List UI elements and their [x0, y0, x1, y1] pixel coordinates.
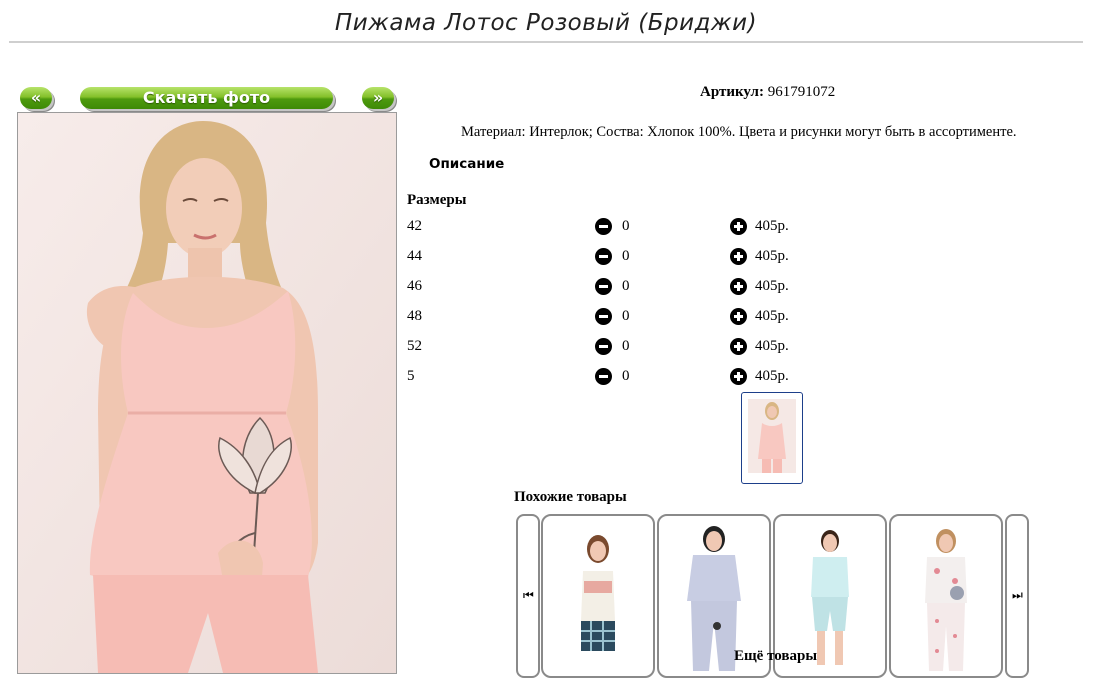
next-photo-button[interactable]: »	[362, 87, 394, 109]
size-row: 5 0 405р.	[407, 368, 827, 390]
plus-circle-icon[interactable]	[730, 278, 747, 295]
quantity-value: 0	[622, 308, 630, 324]
skip-back-icon: ⏮	[523, 588, 534, 602]
photo-thumbnail[interactable]	[741, 392, 803, 484]
sizes-heading: Размеры	[407, 192, 467, 208]
minus-circle-icon[interactable]	[595, 278, 612, 295]
carousel-next-button[interactable]: ⏭	[1005, 514, 1029, 678]
plus-circle-icon[interactable]	[730, 248, 747, 265]
price-value: 405р.	[755, 308, 789, 324]
description-link[interactable]: Описание	[429, 156, 504, 172]
price-value: 405р.	[755, 278, 789, 294]
size-row: 48 0 405р.	[407, 308, 827, 330]
minus-circle-icon[interactable]	[595, 248, 612, 265]
plus-circle-icon[interactable]	[730, 338, 747, 355]
size-row: 44 0 405р.	[407, 248, 827, 270]
size-label: 44	[407, 248, 422, 264]
quantity-value: 0	[622, 278, 630, 294]
price-value: 405р.	[755, 338, 789, 354]
download-photo-button[interactable]: Скачать фото	[80, 87, 333, 109]
carousel-prev-button[interactable]: ⏮	[516, 514, 540, 678]
similar-product-card[interactable]	[889, 514, 1003, 678]
thumbnail-image	[748, 399, 796, 473]
title-divider	[9, 41, 1083, 43]
size-label: 48	[407, 308, 422, 324]
plus-circle-icon[interactable]	[730, 368, 747, 385]
minus-circle-icon[interactable]	[595, 368, 612, 385]
quantity-value: 0	[622, 248, 630, 264]
article-label: Артикул:	[700, 84, 764, 100]
similar-products-heading: Похожие товары	[514, 489, 627, 505]
prev-photo-button[interactable]: «	[20, 87, 52, 109]
product-image	[549, 521, 647, 671]
similar-product-card[interactable]	[541, 514, 655, 678]
plus-circle-icon[interactable]	[730, 308, 747, 325]
size-row: 46 0 405р.	[407, 278, 827, 300]
minus-circle-icon[interactable]	[595, 338, 612, 355]
size-row: 52 0 405р.	[407, 338, 827, 360]
skip-forward-icon: ⏭	[1012, 588, 1023, 602]
size-label: 46	[407, 278, 422, 294]
page-title: Пижама Лотос Розовый (Бриджи)	[334, 10, 758, 36]
minus-circle-icon[interactable]	[595, 218, 612, 235]
more-products-link[interactable]: Ещё товары	[734, 648, 817, 665]
quantity-value: 0	[622, 368, 630, 384]
price-value: 405р.	[755, 218, 789, 234]
quantity-value: 0	[622, 338, 630, 354]
size-row: 42 0 405р.	[407, 218, 827, 240]
article-value: 961791072	[767, 84, 836, 100]
product-photo[interactable]	[17, 112, 397, 674]
minus-circle-icon[interactable]	[595, 308, 612, 325]
size-label: 42	[407, 218, 422, 234]
plus-circle-icon[interactable]	[730, 218, 747, 235]
material-text: Материал: Интерлок; Соства: Хлопок 100%.…	[461, 124, 1017, 140]
article-line: Артикул: 961791072	[700, 84, 835, 101]
quantity-value: 0	[622, 218, 630, 234]
price-value: 405р.	[755, 248, 789, 264]
price-value: 405р.	[755, 368, 789, 384]
size-label: 5	[407, 368, 415, 384]
product-image	[897, 521, 995, 671]
size-label: 52	[407, 338, 422, 354]
